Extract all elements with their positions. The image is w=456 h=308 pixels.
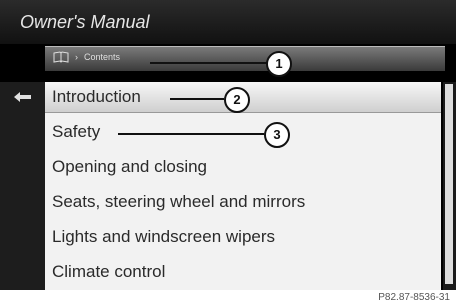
breadcrumb-label[interactable]: Contents (84, 52, 120, 62)
menu-item-climate-control[interactable]: Climate control (52, 257, 165, 287)
scrollbar-thumb[interactable] (445, 84, 453, 284)
menu-item-safety[interactable]: Safety (52, 117, 100, 147)
callout-3: 3 (264, 122, 290, 148)
back-icon[interactable] (10, 90, 36, 104)
callout-2: 2 (224, 87, 250, 113)
book-icon (53, 51, 69, 63)
scrollbar[interactable] (443, 82, 456, 290)
menu-item-lights[interactable]: Lights and windscreen wipers (52, 222, 275, 252)
breadcrumb-separator: › (75, 52, 78, 62)
menu-item-seats[interactable]: Seats, steering wheel and mirrors (52, 187, 305, 217)
screen: Owner's Manual › Contents Introduction S… (0, 0, 456, 290)
window-title: Owner's Manual (20, 12, 150, 32)
breadcrumb-content: › Contents (53, 51, 120, 63)
menu-item-introduction[interactable]: Introduction (52, 82, 141, 112)
callout-leader-1 (150, 62, 268, 64)
callout-1: 1 (266, 51, 292, 77)
menu-list: Introduction Safety Opening and closing … (45, 82, 441, 290)
menu-item-opening-and-closing[interactable]: Opening and closing (52, 152, 207, 182)
title-bar: Owner's Manual (0, 0, 456, 44)
image-code: P82.87-8536-31 (378, 292, 450, 303)
side-column (0, 82, 45, 290)
breadcrumb[interactable]: › Contents (45, 46, 445, 71)
callout-leader-3 (118, 133, 264, 135)
callout-leader-2 (170, 98, 224, 100)
